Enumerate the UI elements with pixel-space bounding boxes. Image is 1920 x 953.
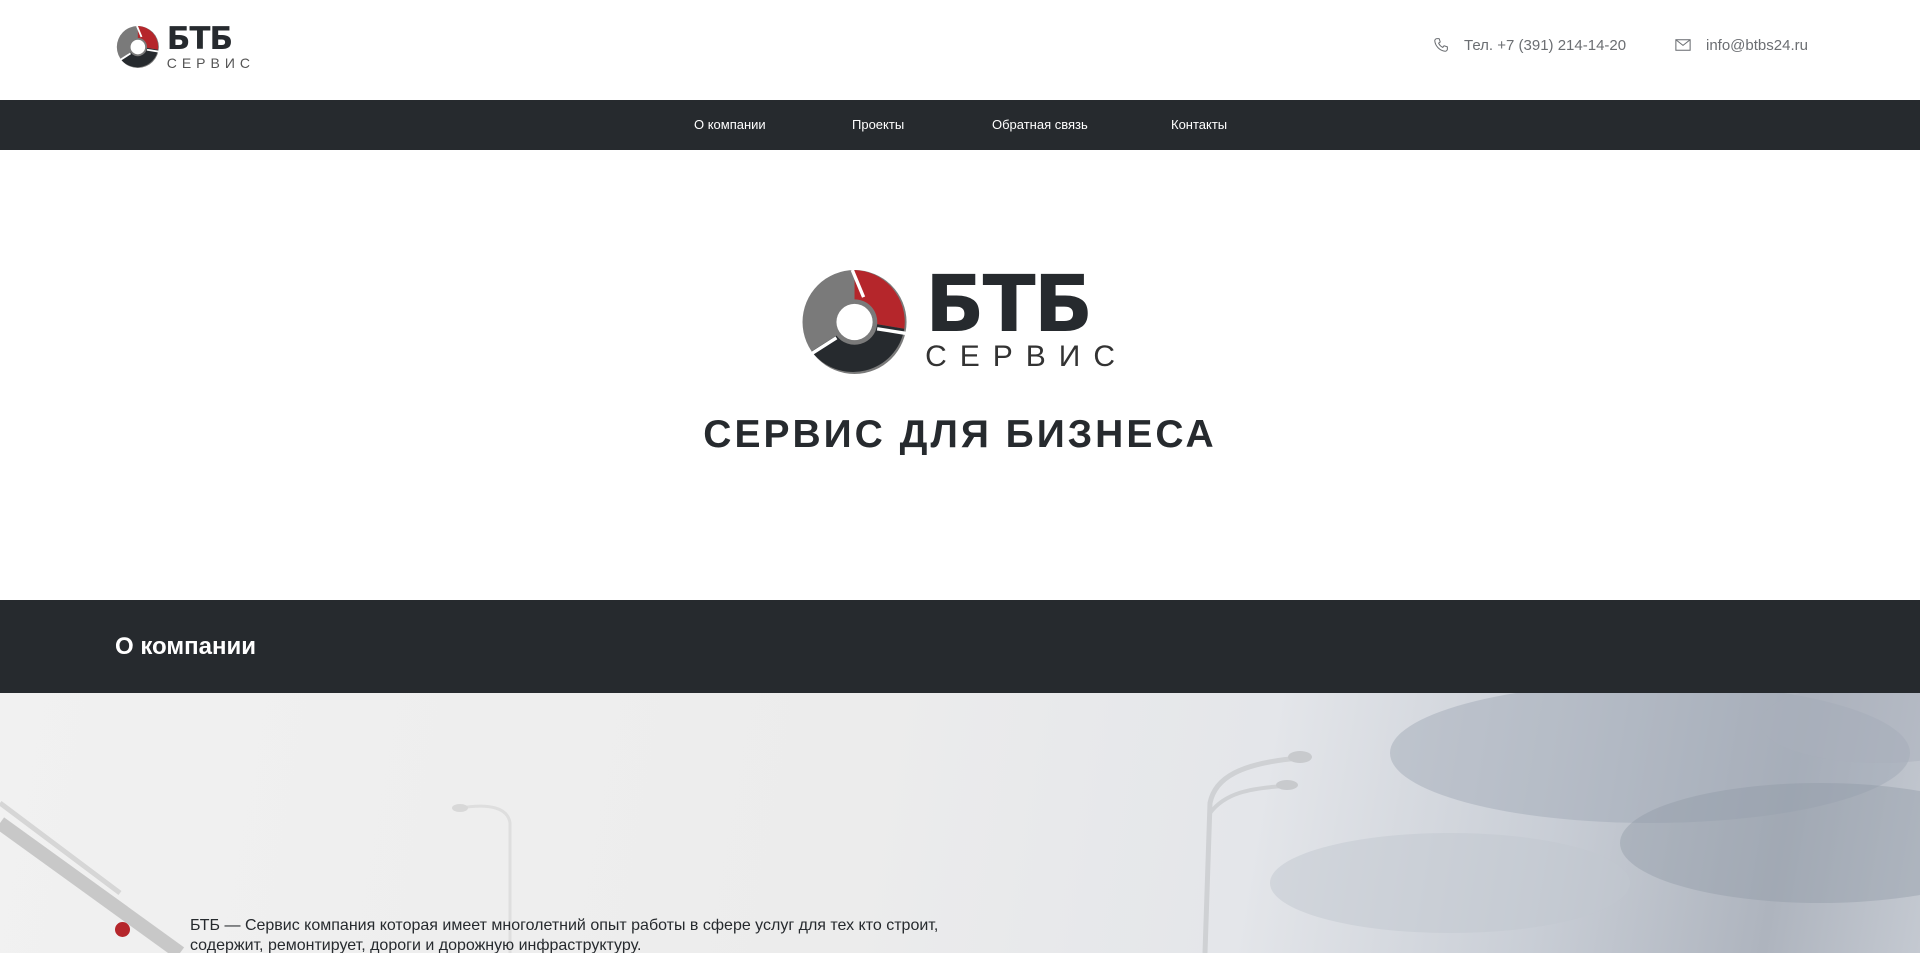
bullet-icon xyxy=(115,922,130,937)
hero-section: БТБ СЕРВИС СЕРВИС ДЛЯ БИЗНЕСА xyxy=(0,150,1920,600)
logo-mark-icon xyxy=(116,25,159,69)
mail-icon xyxy=(1674,36,1692,54)
main-nav: О компании Проекты Обратная связь Контак… xyxy=(0,100,1920,150)
nav-item-contacts[interactable]: Контакты xyxy=(1171,100,1227,150)
about-section-header: О компании xyxy=(0,600,1920,693)
phone-icon xyxy=(1432,36,1450,54)
header-phone-link[interactable]: Тел. +7 (391) 214-14-20 xyxy=(1432,36,1626,54)
email-text: info@btbs24.ru xyxy=(1706,36,1808,54)
about-description: БТБ — Сервис компания которая имеет мног… xyxy=(190,917,939,953)
about-section-body: БТБ — Сервис компания которая имеет мног… xyxy=(0,693,1920,953)
hero-title: СЕРВИС ДЛЯ БИЗНЕСА xyxy=(703,413,1217,456)
about-title: О компании xyxy=(115,633,256,660)
phone-text: Тел. +7 (391) 214-14-20 xyxy=(1464,36,1627,54)
hero-logo-sub-text: СЕРВИС xyxy=(925,340,1128,373)
nav-item-about[interactable]: О компании xyxy=(694,100,766,150)
nav-item-projects[interactable]: Проекты xyxy=(852,100,904,150)
site-header: БТБ СЕРВИС Тел. +7 (391) 214-14-20 info@… xyxy=(0,0,1920,100)
hero-logo: БТБ СЕРВИС xyxy=(798,263,1128,381)
hero-logo-main-text: БТБ xyxy=(925,260,1093,350)
background-road-image xyxy=(0,693,1920,953)
nav-item-feedback[interactable]: Обратная связь xyxy=(992,100,1088,150)
logo-mark-icon xyxy=(802,269,907,375)
logo-main-text: БТБ xyxy=(166,21,233,57)
header-email-link[interactable]: info@btbs24.ru xyxy=(1674,36,1808,54)
logo-sub-text: СЕРВИС xyxy=(166,55,255,71)
header-logo[interactable]: БТБ СЕРВИС xyxy=(115,20,255,74)
